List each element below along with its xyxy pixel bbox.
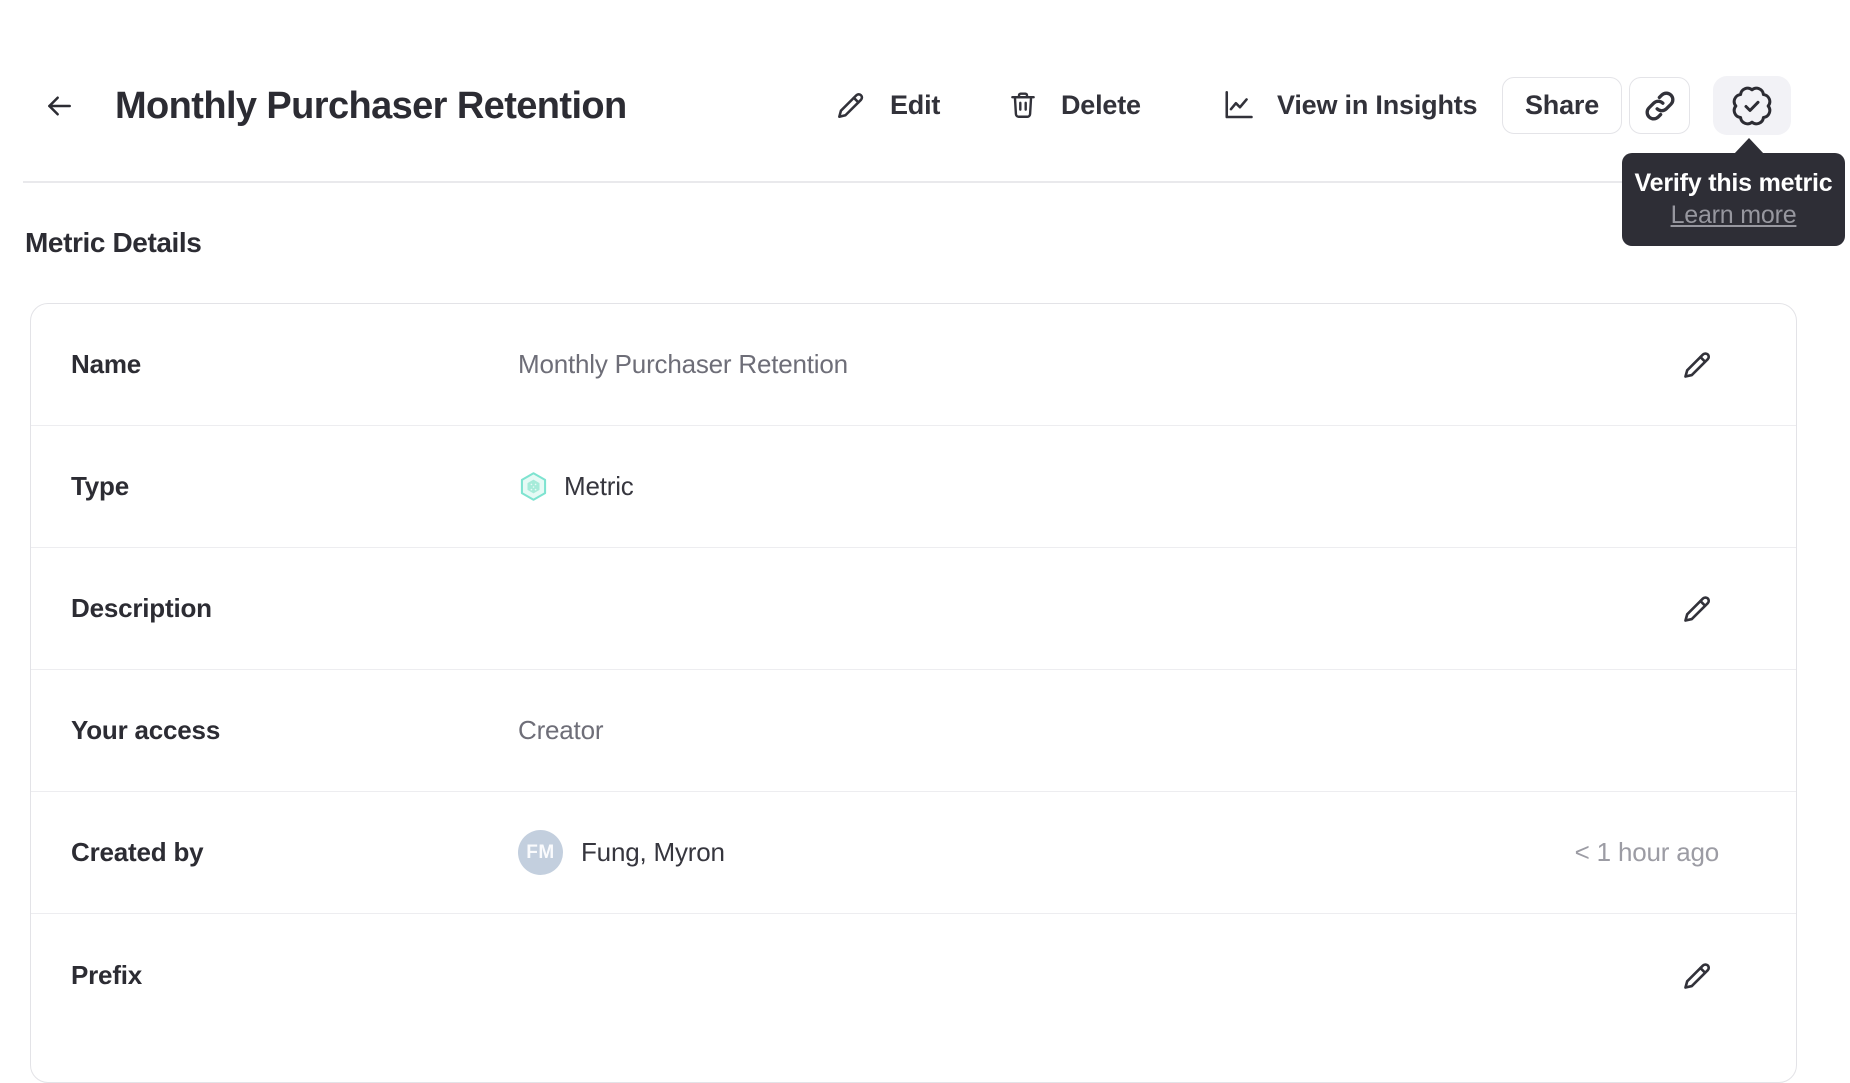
detail-row-type: Type Metric bbox=[31, 426, 1796, 548]
pencil-icon bbox=[1679, 346, 1716, 383]
metric-details-card: Name Monthly Purchaser Retention Type Me… bbox=[30, 303, 1797, 1083]
share-button[interactable]: Share bbox=[1502, 77, 1622, 134]
detail-row-prefix: Prefix bbox=[31, 914, 1796, 1036]
line-chart-icon bbox=[1220, 87, 1256, 123]
edit-button-label: Edit bbox=[890, 89, 941, 120]
delete-button-label: Delete bbox=[1061, 89, 1141, 120]
verified-badge-icon bbox=[1732, 86, 1772, 126]
row-value: Creator bbox=[518, 715, 604, 745]
detail-row-created-by: Created by FM Fung, Myron < 1 hour ago bbox=[31, 792, 1796, 914]
back-arrow-icon bbox=[43, 90, 75, 122]
verify-tooltip: Verify this metric Learn more bbox=[1622, 138, 1845, 246]
row-label: Created by bbox=[71, 837, 204, 867]
edit-name-button[interactable] bbox=[1675, 343, 1719, 387]
link-icon bbox=[1641, 87, 1679, 125]
pencil-icon bbox=[1679, 590, 1716, 627]
avatar: FM bbox=[518, 830, 563, 875]
copy-link-button[interactable] bbox=[1629, 77, 1690, 134]
row-label: Name bbox=[71, 349, 142, 379]
detail-row-description: Description bbox=[31, 548, 1796, 670]
created-by-name: Fung, Myron bbox=[581, 837, 725, 867]
learn-more-link[interactable]: Learn more bbox=[1671, 201, 1797, 230]
view-in-insights-button[interactable]: View in Insights bbox=[1220, 81, 1478, 129]
pencil-icon bbox=[833, 87, 869, 123]
row-value: FM Fung, Myron bbox=[518, 830, 725, 875]
section-title: Metric Details bbox=[25, 227, 202, 258]
type-value: Metric bbox=[564, 471, 634, 501]
back-button[interactable] bbox=[36, 84, 82, 128]
header-divider bbox=[23, 181, 1827, 183]
row-label: Type bbox=[71, 471, 129, 501]
created-at-timestamp: < 1 hour ago bbox=[1574, 837, 1720, 867]
view-in-insights-label: View in Insights bbox=[1277, 89, 1478, 120]
row-value: Metric bbox=[518, 471, 634, 502]
delete-button[interactable]: Delete bbox=[1006, 81, 1141, 129]
trash-icon bbox=[1006, 88, 1040, 122]
edit-prefix-button[interactable] bbox=[1675, 953, 1719, 997]
edit-button[interactable]: Edit bbox=[833, 81, 940, 129]
row-label: Description bbox=[71, 593, 212, 623]
verify-metric-button[interactable] bbox=[1713, 76, 1791, 135]
pencil-icon bbox=[1679, 957, 1716, 994]
row-label: Prefix bbox=[71, 959, 143, 990]
verify-tooltip-title: Verify this metric bbox=[1634, 169, 1833, 197]
row-label: Your access bbox=[71, 715, 221, 745]
row-value: Monthly Purchaser Retention bbox=[518, 349, 848, 379]
metric-hexagon-icon bbox=[518, 471, 549, 502]
page-title: Monthly Purchaser Retention bbox=[115, 84, 627, 127]
detail-row-your-access: Your access Creator bbox=[31, 670, 1796, 792]
edit-description-button[interactable] bbox=[1675, 587, 1719, 631]
detail-row-name: Name Monthly Purchaser Retention bbox=[31, 304, 1796, 426]
